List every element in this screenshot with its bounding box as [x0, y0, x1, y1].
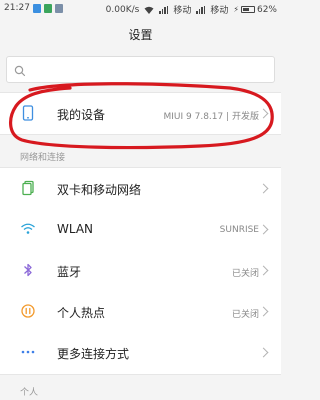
- signal-icon: [196, 5, 206, 14]
- battery-icon: [240, 6, 255, 13]
- notification-app-icon: [55, 4, 63, 13]
- settings-item-dual-sim[interactable]: 双卡和移动网络: [0, 168, 281, 209]
- hotspot-icon: [21, 304, 35, 318]
- my-device-item[interactable]: 我的设备 MIUI 9 7.8.17 | 开发版: [0, 92, 281, 135]
- section-header-personal: 个人: [20, 388, 39, 398]
- settings-item-more-connections[interactable]: 更多连接方式: [0, 332, 281, 373]
- status-right: 0.00K/s 移动 移动 ⚡ 62%: [105, 3, 277, 17]
- settings-item-value: 已关闭: [231, 310, 259, 320]
- wifi-icon: [21, 223, 35, 234]
- phone-icon: [22, 105, 34, 121]
- settings-item-wlan[interactable]: WLAN SUNRISE: [0, 209, 281, 250]
- wifi-status-icon: [144, 6, 154, 14]
- sim-card-icon: [22, 180, 34, 196]
- page-title: 设置: [128, 28, 153, 42]
- miui-version: MIUI 9 7.8.17 | 开发版: [163, 112, 260, 122]
- settings-item-value: 已关闭: [231, 269, 259, 279]
- notification-app-icon: [33, 4, 41, 13]
- section-header-network: 网络和连接: [20, 153, 66, 163]
- settings-item-bluetooth[interactable]: 蓝牙 已关闭: [0, 250, 281, 291]
- chevron-right-icon: [258, 108, 269, 119]
- settings-item-label: 双卡和移动网络: [57, 183, 142, 197]
- carrier-1: 移动: [173, 6, 192, 16]
- settings-item-label: 个人热点: [57, 306, 106, 320]
- status-bar: 21:27 0.00K/s 移动 移动 ⚡ 62%: [0, 0, 281, 18]
- carrier-2: 移动: [210, 6, 229, 16]
- charging-icon: ⚡: [233, 5, 239, 14]
- notification-app-icon: [44, 4, 52, 13]
- settings-item-value: SUNRISE: [219, 225, 259, 235]
- chevron-right-icon: [258, 183, 269, 194]
- settings-item-label: 更多连接方式: [57, 347, 130, 361]
- battery-indicator: ⚡ 62%: [233, 5, 277, 15]
- search-input[interactable]: [6, 56, 275, 83]
- settings-item-label: 蓝牙: [57, 265, 82, 279]
- battery-percent: 62%: [256, 4, 277, 15]
- chevron-right-icon: [258, 224, 269, 235]
- chevron-right-icon: [258, 265, 269, 276]
- settings-item-label: WLAN: [57, 222, 94, 236]
- network-speed: 0.00K/s: [105, 4, 140, 15]
- chevron-right-icon: [258, 306, 269, 317]
- search-icon: [14, 65, 26, 77]
- chevron-right-icon: [258, 347, 269, 358]
- notification-icons: [33, 4, 63, 13]
- settings-item-hotspot[interactable]: 个人热点 已关闭: [0, 291, 281, 332]
- bluetooth-icon: [24, 263, 32, 277]
- signal-icon: [159, 5, 169, 14]
- more-dots-icon: [21, 350, 35, 354]
- network-settings-list: 双卡和移动网络 WLAN SUNRISE 蓝牙 已关闭 个人热点 已关闭 更多连…: [0, 167, 281, 375]
- status-time: 21:27: [4, 3, 30, 13]
- my-device-label: 我的设备: [57, 108, 106, 122]
